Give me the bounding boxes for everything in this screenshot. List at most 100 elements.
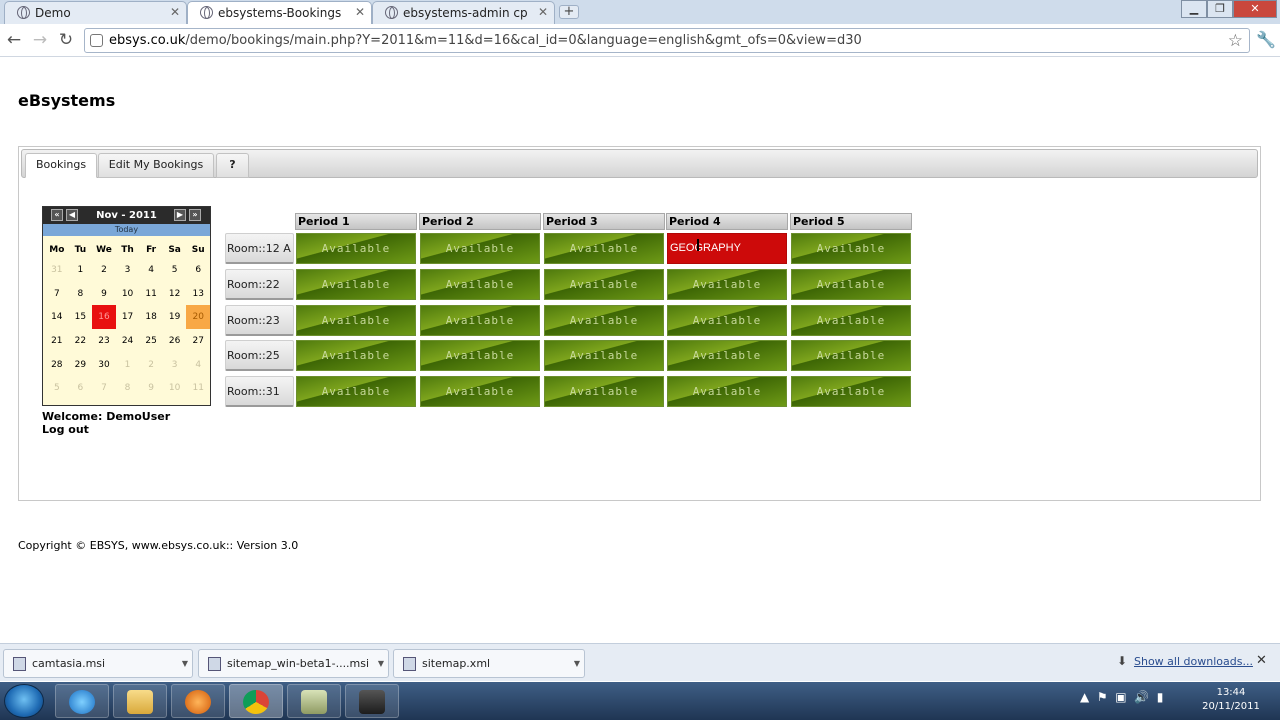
calendar-day[interactable]: 25 xyxy=(139,329,163,353)
calendar-day[interactable]: 30 xyxy=(92,353,116,377)
tab-edit-my-bookings[interactable]: Edit My Bookings xyxy=(98,153,214,178)
bookmark-star-icon[interactable]: ☆ xyxy=(1228,31,1243,51)
close-icon[interactable]: ✕ xyxy=(170,5,180,19)
available-slot[interactable]: Available xyxy=(791,340,911,372)
booked-slot[interactable]: GEOGRAPHY xyxy=(667,233,787,264)
close-shelf-icon[interactable]: ✕ xyxy=(1256,653,1267,668)
calendar-day[interactable]: 3 xyxy=(163,353,187,377)
logout-link[interactable]: Log out xyxy=(42,423,170,436)
download-item[interactable]: camtasia.msi ▼ xyxy=(3,649,193,678)
internet-explorer-taskbar-button[interactable] xyxy=(55,684,109,718)
calendar-day[interactable]: 20 xyxy=(186,305,210,330)
calendar-day[interactable]: 21 xyxy=(45,329,69,353)
calendar-day[interactable]: 27 xyxy=(186,329,210,353)
calendar-day[interactable]: 31 xyxy=(45,258,69,282)
address-bar[interactable]: ebsys.co.uk/demo/bookings/main.php?Y=201… xyxy=(84,28,1250,53)
room-button[interactable]: Room::25 xyxy=(225,340,294,372)
calendar-day[interactable]: 11 xyxy=(139,282,163,306)
taskbar-clock[interactable]: 13:44 20/11/2011 xyxy=(1198,686,1264,714)
calendar-day[interactable]: 6 xyxy=(69,376,93,400)
calendar-day[interactable]: 23 xyxy=(92,329,116,353)
browser-tab-bookings[interactable]: ebsystems-Bookings ✕ xyxy=(187,1,372,25)
calendar-day[interactable]: 5 xyxy=(163,258,187,282)
tab-bookings[interactable]: Bookings xyxy=(25,153,97,178)
chevron-down-icon[interactable]: ▼ xyxy=(378,650,384,677)
calendar-day[interactable]: 14 xyxy=(45,305,69,329)
download-item[interactable]: sitemap.xml ▼ xyxy=(393,649,585,678)
calendar-day[interactable]: 7 xyxy=(92,376,116,400)
calendar-day[interactable]: 22 xyxy=(69,329,93,353)
chrome-taskbar-button[interactable] xyxy=(229,684,283,718)
window-close-button[interactable]: ✕ xyxy=(1233,0,1277,18)
available-slot[interactable]: Available xyxy=(296,340,416,372)
calendar-day[interactable]: 18 xyxy=(139,305,163,329)
available-slot[interactable]: Available xyxy=(296,268,416,300)
new-tab-button[interactable]: + xyxy=(559,5,579,19)
prev-month-icon[interactable]: ◀ xyxy=(66,209,78,221)
calendar-day[interactable]: 3 xyxy=(116,258,140,282)
calendar-day[interactable]: 28 xyxy=(45,353,69,377)
available-slot[interactable]: Available xyxy=(420,304,540,336)
calendar-day[interactable]: 2 xyxy=(92,258,116,282)
calendar-day[interactable]: 15 xyxy=(69,305,93,329)
calendar-day[interactable]: 5 xyxy=(45,376,69,400)
system-tray-icons[interactable]: ▲ ⚑ ▣ 🔊 ▮ xyxy=(1080,690,1163,704)
minimize-button[interactable]: ▁ xyxy=(1181,0,1207,18)
close-icon[interactable]: ✕ xyxy=(538,5,548,19)
start-button[interactable] xyxy=(4,684,44,718)
calendar-day[interactable]: 13 xyxy=(186,282,210,306)
available-slot[interactable]: Available xyxy=(667,376,787,408)
available-slot[interactable]: Available xyxy=(296,304,416,336)
available-slot[interactable]: Available xyxy=(544,376,664,408)
calendar-day[interactable]: 9 xyxy=(139,376,163,400)
available-slot[interactable]: Available xyxy=(791,233,911,264)
available-slot[interactable]: Available xyxy=(420,340,540,372)
available-slot[interactable]: Available xyxy=(420,376,540,408)
room-button[interactable]: Room::12 A xyxy=(225,233,294,264)
prev-year-icon[interactable]: « xyxy=(51,209,63,221)
calendar-day[interactable]: 26 xyxy=(163,329,187,353)
available-slot[interactable]: Available xyxy=(420,268,540,300)
available-slot[interactable]: Available xyxy=(791,376,911,408)
calendar-day[interactable]: 10 xyxy=(116,282,140,306)
explorer-taskbar-button[interactable] xyxy=(113,684,167,718)
next-year-icon[interactable]: » xyxy=(189,209,201,221)
tab-help[interactable]: ? xyxy=(216,153,249,178)
calendar-day[interactable]: 8 xyxy=(116,376,140,400)
room-button[interactable]: Room::31 xyxy=(225,376,294,408)
calendar-today-link[interactable]: Today xyxy=(43,224,210,236)
show-all-downloads-link[interactable]: Show all downloads... xyxy=(1134,655,1253,668)
available-slot[interactable]: Available xyxy=(420,233,540,264)
next-month-icon[interactable]: ▶ xyxy=(174,209,186,221)
browser-tab-demo[interactable]: Demo ✕ xyxy=(4,1,187,24)
chevron-down-icon[interactable]: ▼ xyxy=(182,650,188,677)
available-slot[interactable]: Available xyxy=(791,304,911,336)
download-item[interactable]: sitemap_win-beta1-....msi ▼ xyxy=(198,649,389,678)
available-slot[interactable]: Available xyxy=(544,304,664,336)
calendar-day[interactable]: 4 xyxy=(139,258,163,282)
calendar-day[interactable]: 19 xyxy=(163,305,187,329)
room-button[interactable]: Room::23 xyxy=(225,304,294,336)
available-slot[interactable]: Available xyxy=(296,376,416,408)
calendar-day[interactable]: 12 xyxy=(163,282,187,306)
calendar-day[interactable]: 29 xyxy=(69,353,93,377)
calendar-day[interactable]: 2 xyxy=(139,353,163,377)
available-slot[interactable]: Available xyxy=(667,340,787,372)
available-slot[interactable]: Available xyxy=(544,233,664,264)
wrench-icon[interactable]: 🔧 xyxy=(1256,30,1276,49)
calendar-day[interactable]: 24 xyxy=(116,329,140,353)
recorder-taskbar-button[interactable] xyxy=(345,684,399,718)
calendar-day[interactable]: 17 xyxy=(116,305,140,329)
media-player-taskbar-button[interactable] xyxy=(171,684,225,718)
calendar-today-label[interactable]: Today xyxy=(115,225,138,234)
chevron-down-icon[interactable]: ▼ xyxy=(574,650,580,677)
available-slot[interactable]: Available xyxy=(296,233,416,264)
available-slot[interactable]: Available xyxy=(544,268,664,300)
calendar-day[interactable]: 1 xyxy=(116,353,140,377)
room-button[interactable]: Room::22 xyxy=(225,268,294,300)
url-text[interactable]: ebsys.co.uk/demo/bookings/main.php?Y=201… xyxy=(109,33,862,48)
calendar-day[interactable]: 10 xyxy=(163,376,187,400)
calendar-day[interactable]: 16 xyxy=(92,305,116,330)
forward-button[interactable]: → xyxy=(30,30,50,50)
calendar-day[interactable]: 8 xyxy=(69,282,93,306)
